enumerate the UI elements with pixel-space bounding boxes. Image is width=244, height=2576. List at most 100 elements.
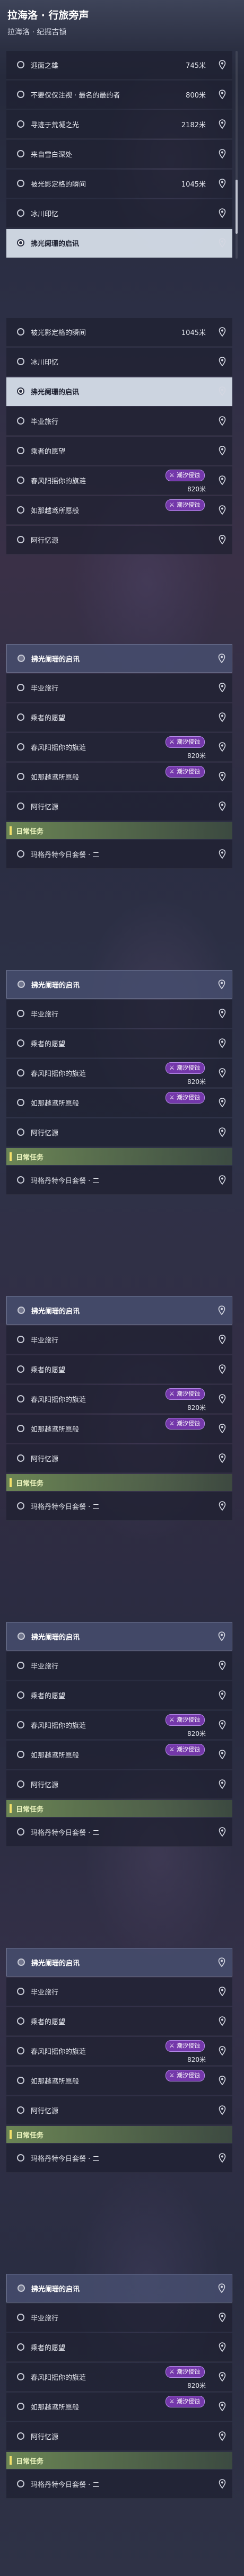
location-pin-icon[interactable] [218, 1631, 225, 1642]
quest-row[interactable]: 毕业旅行 [6, 1326, 232, 1354]
quest-row[interactable]: 拂光阑珊的启讯 [6, 970, 232, 999]
quest-row[interactable]: 阿行忆源 [6, 792, 232, 821]
location-pin-icon[interactable] [219, 446, 226, 456]
location-pin-icon[interactable] [219, 712, 226, 722]
location-pin-icon[interactable] [219, 386, 226, 396]
quest-row-selected[interactable]: 拂光阑珊的启讯 [6, 377, 232, 406]
quest-row[interactable]: 玛格丹特今日套餐 · 二 [6, 2144, 232, 2173]
quest-row[interactable]: 毕业旅行 [6, 1652, 232, 1680]
location-pin-icon[interactable] [219, 416, 226, 426]
location-pin-icon[interactable] [219, 1690, 226, 1700]
location-pin-icon[interactable] [219, 90, 226, 100]
quest-row[interactable]: 玛格丹特今日套餐 · 二 [6, 1166, 232, 1195]
quest-row[interactable]: 乘者的愿望 [6, 2333, 232, 2362]
location-pin-icon[interactable] [219, 238, 226, 248]
location-pin-icon[interactable] [219, 2372, 226, 2382]
location-pin-icon[interactable] [219, 535, 226, 545]
location-pin-icon[interactable] [218, 980, 225, 990]
location-pin-icon[interactable] [219, 1175, 226, 1185]
quest-row[interactable]: 阿行忆源 [6, 526, 232, 554]
location-pin-icon[interactable] [219, 119, 226, 129]
quest-row-selected[interactable]: 拂光阑珊的启讯 [6, 229, 232, 258]
location-pin-icon[interactable] [219, 2076, 226, 2086]
location-pin-icon[interactable] [219, 1987, 226, 1997]
quest-row[interactable]: 如那越鸢所愿般 ⚔ 潮汐侵蚀 [6, 1741, 232, 1769]
quest-row[interactable]: 阿行忆源 [6, 1118, 232, 1147]
location-pin-icon[interactable] [219, 1661, 226, 1671]
location-pin-icon[interactable] [219, 1098, 226, 1108]
location-pin-icon[interactable] [219, 1127, 226, 1137]
quest-row[interactable]: 毕业旅行 [6, 674, 232, 702]
location-pin-icon[interactable] [219, 1501, 226, 1511]
location-pin-icon[interactable] [219, 1750, 226, 1760]
location-pin-icon[interactable] [219, 1394, 226, 1404]
quest-row[interactable]: 拂光阑珊的启讯 [6, 1948, 232, 1977]
location-pin-icon[interactable] [219, 1068, 226, 1078]
location-pin-icon[interactable] [219, 475, 226, 486]
location-pin-icon[interactable] [219, 2046, 226, 2056]
quest-row[interactable]: 毕业旅行 [6, 2304, 232, 2332]
quest-row[interactable]: 阿行忆源 [6, 1444, 232, 1473]
location-pin-icon[interactable] [218, 1305, 225, 1316]
location-pin-icon[interactable] [219, 60, 226, 70]
location-pin-icon[interactable] [219, 801, 226, 811]
location-pin-icon[interactable] [219, 208, 226, 218]
quest-row[interactable]: 春风阳摇你的旗涟 ⚔ 潮汐侵蚀 820米 [6, 466, 232, 495]
location-pin-icon[interactable] [219, 1453, 226, 1463]
quest-row[interactable]: 春风阳摇你的旗涟 ⚔ 潮汐侵蚀 820米 [6, 2037, 232, 2066]
location-pin-icon[interactable] [219, 2342, 226, 2352]
quest-row[interactable]: 寻迹于荒凝之光 2182米 [6, 110, 232, 139]
location-pin-icon[interactable] [219, 505, 226, 515]
location-pin-icon[interactable] [219, 1009, 226, 1019]
location-pin-icon[interactable] [219, 742, 226, 752]
quest-row[interactable]: 冰川印忆 [6, 348, 232, 376]
location-pin-icon[interactable] [219, 1335, 226, 1345]
quest-row[interactable]: 阿行忆源 [6, 2422, 232, 2451]
quest-row[interactable]: 拂光阑珊的启讯 [6, 644, 232, 673]
quest-row[interactable]: 玛格丹特今日套餐 · 二 [6, 2470, 232, 2499]
quest-row[interactable]: 春风阳摇你的旗涟 ⚔ 潮汐侵蚀 820米 [6, 733, 232, 762]
location-pin-icon[interactable] [219, 2016, 226, 2026]
location-pin-icon[interactable] [219, 2153, 226, 2163]
location-pin-icon[interactable] [219, 179, 226, 189]
quest-row[interactable]: 毕业旅行 [6, 1978, 232, 2006]
quest-row[interactable]: 春风阳摇你的旗涟 ⚔ 潮汐侵蚀 820米 [6, 1711, 232, 1740]
quest-row[interactable]: 如那越鸢所愿般 ⚔ 潮汐侵蚀 [6, 763, 232, 791]
quest-row[interactable]: 拂光阑珊的启讯 [6, 2274, 232, 2302]
quest-row[interactable]: 如那越鸢所愿般 ⚔ 潮汐侵蚀 [6, 496, 232, 525]
quest-row[interactable]: 拂光阑珊的启讯 [6, 1296, 232, 1325]
quest-row[interactable]: 如那越鸢所愿般 ⚔ 潮汐侵蚀 [6, 2393, 232, 2421]
quest-row[interactable]: 如那越鸢所愿般 ⚔ 潮汐侵蚀 [6, 2067, 232, 2095]
location-pin-icon[interactable] [219, 2431, 226, 2441]
location-pin-icon[interactable] [219, 772, 226, 782]
location-pin-icon[interactable] [219, 327, 226, 337]
quest-row[interactable]: 来自雪白深处 [6, 140, 232, 169]
quest-row[interactable]: 迎面之雄 745米 [6, 51, 232, 80]
location-pin-icon[interactable] [219, 1038, 226, 1048]
quest-row[interactable]: 毕业旅行 [6, 407, 232, 436]
quest-row[interactable]: 被光影定格的瞬间 1045米 [6, 318, 232, 347]
location-pin-icon[interactable] [219, 1827, 226, 1837]
location-pin-icon[interactable] [219, 1779, 226, 1789]
quest-row[interactable]: 乘者的愿望 [6, 2007, 232, 2036]
location-pin-icon[interactable] [219, 2479, 226, 2489]
location-pin-icon[interactable] [218, 1957, 225, 1968]
quest-row[interactable]: 乘者的愿望 [6, 1681, 232, 1710]
quest-row[interactable]: 阿行忆源 [6, 2096, 232, 2125]
location-pin-icon[interactable] [219, 849, 226, 859]
location-pin-icon[interactable] [219, 2402, 226, 2412]
location-pin-icon[interactable] [219, 2313, 226, 2323]
quest-row[interactable]: 乘者的愿望 [6, 1355, 232, 1384]
quest-row[interactable]: 不要仅仅注视 · 最名的最的者 800米 [6, 81, 232, 109]
list-scrollbar[interactable] [236, 51, 238, 259]
location-pin-icon[interactable] [219, 2105, 226, 2115]
quest-row[interactable]: 如那越鸢所愿般 ⚔ 潮汐侵蚀 [6, 1415, 232, 1443]
quest-row[interactable]: 玛格丹特今日套餐 · 二 [6, 840, 232, 869]
quest-row[interactable]: 玛格丹特今日套餐 · 二 [6, 1818, 232, 1847]
quest-row[interactable]: 乘者的愿望 [6, 437, 232, 465]
location-pin-icon[interactable] [219, 1720, 226, 1730]
location-pin-icon[interactable] [219, 683, 226, 693]
location-pin-icon[interactable] [219, 357, 226, 367]
quest-row[interactable]: 毕业旅行 [6, 1000, 232, 1028]
quest-row[interactable]: 冰川印忆 [6, 199, 232, 228]
